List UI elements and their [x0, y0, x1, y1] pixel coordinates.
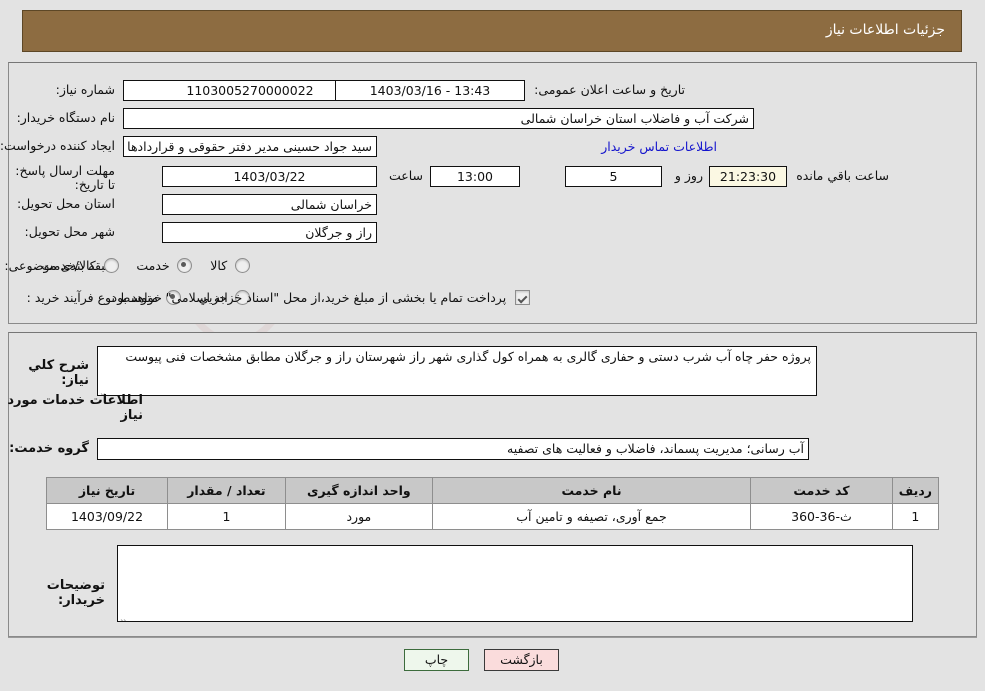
deadline-date-field[interactable]: 1403/03/22: [162, 166, 377, 187]
cell-need-date: 1403/09/22: [45, 503, 169, 530]
announce-datetime-label: تاریخ و ساعت اعلان عمومی:: [534, 82, 685, 97]
th-unit: واحد اندازه گیری: [284, 477, 433, 504]
hour-label: ساعت: [388, 168, 423, 183]
treasury-bond-option: پرداخت تمام یا بخشی از مبلغ خرید،از محل …: [108, 290, 530, 305]
deadline-time-field[interactable]: 13:00: [430, 166, 520, 187]
need-number-label: شماره نیاز:: [55, 82, 115, 97]
request-creator-field[interactable]: سید جواد حسینی مدیر دفتر حقوقی و قرارداد…: [123, 136, 377, 157]
radio-category-kala-khedmat[interactable]: [103, 258, 119, 273]
category-radio-group: کالا خدمت کالا/خدمت: [27, 258, 250, 273]
print-button[interactable]: چاپ: [404, 649, 469, 671]
table-row: 1 ث-36-360 جمع آوری، تصیفه و تامین آب مو…: [45, 503, 940, 530]
th-service-code: کد خدمت: [750, 477, 893, 504]
summary-textarea[interactable]: پروژه حفر چاه آب شرب دستی و حفاری گالری …: [97, 346, 817, 396]
summary-text: پروژه حفر چاه آب شرب دستی و حفاری گالری …: [125, 349, 811, 364]
delivery-city-field[interactable]: راز و جرگلان: [162, 222, 377, 243]
delivery-city-label: شهر محل تحویل:: [24, 224, 115, 239]
request-creator-label: ایجاد کننده درخواست:: [0, 138, 115, 153]
th-need-date: تاریخ نیاز: [45, 477, 169, 504]
buyer-notes-textarea[interactable]: [117, 545, 913, 622]
cell-service-name: جمع آوری، تصیفه و تامین آب: [431, 503, 752, 530]
deadline-label: مهلت ارسال پاسخ: تا تاریخ:: [15, 163, 115, 192]
th-service-name: نام خدمت: [431, 477, 752, 504]
radio-category-kala-khedmat-label: کالا/خدمت: [41, 258, 96, 273]
radio-category-kala[interactable]: [235, 258, 250, 273]
footer-divider: [8, 637, 977, 638]
summary-label: شرح کلي نیاز:: [28, 358, 89, 388]
radio-category-khedmat[interactable]: [177, 258, 193, 273]
buyer-contact-link[interactable]: اطلاعات تماس خریدار: [601, 139, 717, 154]
treasury-bond-checkbox[interactable]: [515, 290, 530, 305]
resize-grip-icon[interactable]: [120, 610, 130, 621]
window-title-bar: جزئیات اطلاعات نیاز: [22, 10, 962, 52]
service-group-field[interactable]: آب رسانی؛ مدیریت پسماند، فاضلاب و فعالیت…: [97, 438, 809, 460]
services-section-title: اطلاعات خدمات مورد نیاز: [7, 393, 143, 423]
buyer-notes-label: توضیحات خریدار:: [46, 578, 105, 608]
buyer-organisation-label: نام دستگاه خریدار:: [16, 110, 115, 125]
radio-category-kala-label: کالا: [210, 258, 228, 273]
delivery-province-label: استان محل تحویل:: [16, 196, 115, 211]
treasury-bond-label: پرداخت تمام یا بخشی از مبلغ خرید،از محل …: [107, 290, 507, 305]
days-remaining-field[interactable]: 5: [565, 166, 662, 187]
service-group-label: گروه خدمت:: [9, 441, 89, 456]
purchase-process-label: نوع فرآیند خرید :: [26, 290, 115, 305]
table-header-row: ردیف کد خدمت نام خدمت واحد اندازه گیری ت…: [45, 477, 940, 504]
buyer-organisation-field[interactable]: شرکت آب و فاضلاب استان خراسان شمالی: [123, 108, 754, 129]
countdown-timer-field: 21:23:30: [709, 166, 787, 187]
back-button[interactable]: بازگشت: [484, 649, 559, 671]
cell-unit: مورد: [284, 503, 433, 530]
th-quantity: تعداد / مقدار: [167, 477, 286, 504]
th-row-no: ردیف: [891, 477, 940, 504]
cell-row-no: 1: [891, 503, 940, 530]
services-table: ردیف کد خدمت نام خدمت واحد اندازه گیری ت…: [45, 477, 940, 530]
delivery-province-field[interactable]: خراسان شمالی: [162, 194, 377, 215]
announce-datetime-field[interactable]: 1403/03/16 - 13:43: [335, 80, 525, 101]
page-title: جزئیات اطلاعات نیاز: [825, 22, 945, 38]
cell-service-code: ث-36-360: [750, 503, 893, 530]
days-remaining-label: روز و: [674, 168, 703, 183]
remaining-time-suffix-label: ساعت باقي مانده: [796, 168, 889, 183]
cell-quantity: 1: [167, 503, 286, 530]
radio-category-khedmat-label: خدمت: [136, 258, 170, 273]
need-info-panel: [8, 62, 977, 324]
